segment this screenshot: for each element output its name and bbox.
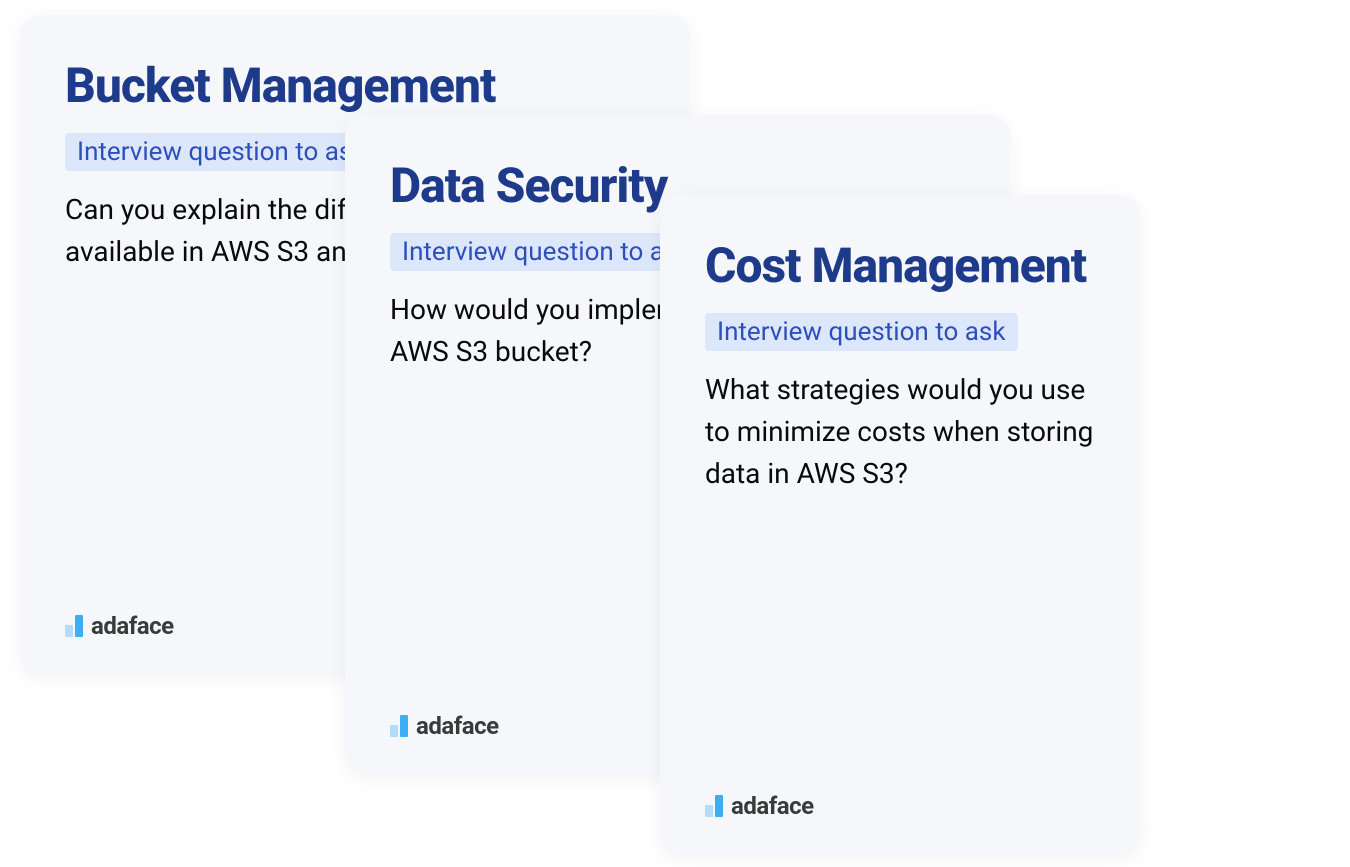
interview-badge: Interview question to ask [65, 133, 378, 171]
question-text: What strategies would you use to minimiz… [705, 369, 1095, 495]
card-title: Cost Management [705, 240, 1095, 293]
brand-bars-icon [705, 795, 723, 817]
brand-name: adaface [91, 612, 174, 640]
interview-badge: Interview question to ask [390, 233, 703, 271]
brand-logo: adaface [390, 712, 499, 740]
brand-bars-icon [390, 715, 408, 737]
brand-logo: adaface [65, 612, 174, 640]
brand-logo: adaface [705, 792, 814, 820]
brand-name: adaface [416, 712, 499, 740]
interview-badge: Interview question to ask [705, 313, 1018, 351]
brand-name: adaface [731, 792, 814, 820]
brand-bars-icon [65, 615, 83, 637]
card-title: Bucket Management [65, 60, 645, 113]
interview-card-cost-management: Cost Management Interview question to as… [660, 195, 1140, 855]
